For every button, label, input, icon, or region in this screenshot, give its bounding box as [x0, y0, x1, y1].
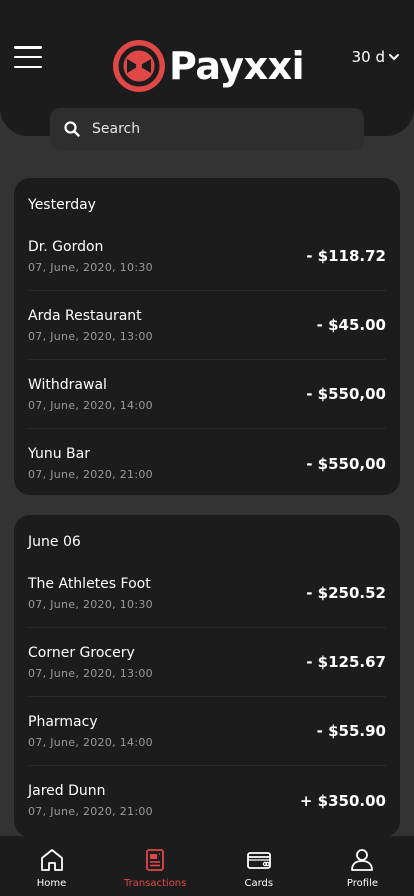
transaction-date: 07, June, 2020, 13:00 [28, 666, 153, 680]
nav-item-transactions[interactable]: Transactions [104, 836, 207, 896]
nav-label: Profile [346, 878, 379, 889]
transaction-amount: - $550,00 [306, 385, 386, 403]
nav-label: Transactions [123, 878, 187, 889]
search-input[interactable] [92, 121, 332, 137]
transaction-name: Withdrawal [28, 376, 107, 393]
transaction-date: 07, June, 2020, 14:00 [28, 398, 153, 412]
transaction-amount: - $118.72 [306, 247, 386, 265]
transaction-date: 07, June, 2020, 10:30 [28, 597, 153, 611]
transaction-name: Arda Restaurant [28, 307, 142, 324]
nav-item-profile[interactable]: Profile [311, 836, 414, 896]
home-icon [40, 849, 63, 871]
transaction-row[interactable]: Pharmacy 07, June, 2020, 14:00 - $55.90 [28, 697, 386, 766]
payxxi-logo-icon [113, 40, 165, 92]
transaction-amount: - $550,00 [306, 454, 386, 473]
transaction-date: 07, June, 2020, 14:00 [28, 735, 153, 749]
brand-name: Payxxi [169, 44, 305, 88]
transaction-amount: - $45.00 [316, 316, 386, 334]
nav-label: Cards [244, 878, 274, 889]
chevron-down-icon [389, 54, 399, 61]
transaction-row[interactable]: Dr. Gordon 07, June, 2020, 10:30 - $118.… [28, 222, 386, 291]
transaction-date: 07, June, 2020, 21:00 [28, 468, 153, 481]
transaction-amount: + $350.00 [299, 791, 386, 810]
transaction-name: Jared Dunn [28, 783, 106, 799]
group-title: Yesterday [28, 197, 96, 213]
transaction-name: Corner Grocery [28, 644, 135, 661]
hamburger-menu-icon[interactable] [14, 46, 42, 68]
transactions-icon [146, 849, 165, 871]
transaction-name: Dr. Gordon [28, 238, 104, 255]
transaction-row[interactable]: Yunu Bar 07, June, 2020, 21:00 - $550,00 [28, 429, 386, 498]
transaction-row[interactable]: Arda Restaurant 07, June, 2020, 13:00 - … [28, 291, 386, 360]
cards-icon [246, 852, 271, 869]
nav-item-home[interactable]: Home [0, 836, 103, 896]
transaction-row[interactable]: The Athletes Foot 07, June, 2020, 10:30 … [28, 559, 386, 628]
app-screen: Payxxi 30 d Yesterday Dr. Gordon 07, Jun… [0, 0, 414, 896]
transaction-row[interactable]: Corner Grocery 07, June, 2020, 13:00 - $… [28, 628, 386, 697]
search-icon [64, 121, 80, 137]
transaction-amount: - $55.90 [316, 722, 386, 740]
transaction-amount: - $250.52 [306, 584, 386, 602]
transaction-group-yesterday: Yesterday Dr. Gordon 07, June, 2020, 10:… [14, 178, 400, 495]
nav-label: Home [36, 878, 67, 889]
transaction-date: 07, June, 2020, 21:00 [28, 805, 153, 818]
nav-item-cards[interactable]: Cards [207, 836, 310, 896]
transaction-amount: - $125.67 [306, 653, 386, 671]
period-value: 30 d [351, 48, 385, 66]
profile-icon [351, 849, 374, 871]
brand-logo: Payxxi [113, 40, 305, 92]
transaction-name: Yunu Bar [28, 446, 90, 462]
bottom-navigation: Home Transactions Cards Profile [0, 836, 414, 896]
transaction-group-june-06: June 06 The Athletes Foot 07, June, 2020… [14, 515, 400, 837]
transaction-name: The Athletes Foot [28, 575, 151, 592]
search-bar[interactable] [50, 108, 364, 150]
transaction-date: 07, June, 2020, 10:30 [28, 260, 153, 274]
transaction-date: 07, June, 2020, 13:00 [28, 329, 153, 343]
transaction-row[interactable]: Withdrawal 07, June, 2020, 14:00 - $550,… [28, 360, 386, 429]
transaction-name: Pharmacy [28, 713, 98, 730]
transaction-row[interactable]: Jared Dunn 07, June, 2020, 21:00 + $350.… [28, 766, 386, 835]
period-selector[interactable]: 30 d [352, 48, 400, 66]
group-title: June 06 [28, 534, 81, 550]
